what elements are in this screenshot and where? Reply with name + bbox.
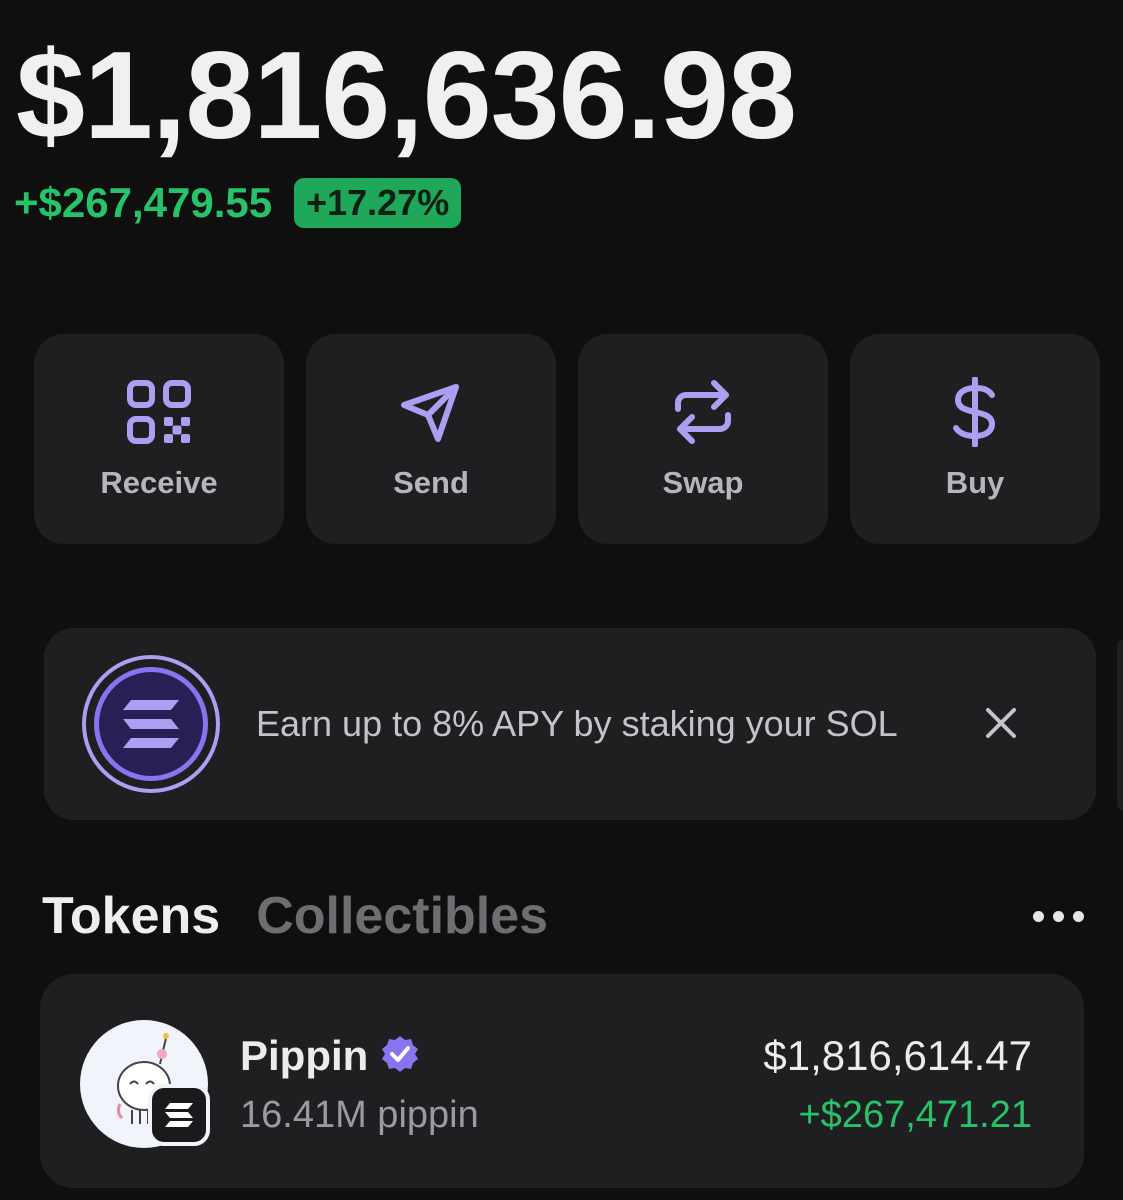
wallet-screen: $1,816,636.98 +$267,479.55 +17.27% Recei…	[0, 0, 1123, 1200]
token-change: +$267,471.21	[798, 1094, 1032, 1136]
staking-promo-card[interactable]: Earn up to 8% APY by staking your SOL	[44, 628, 1096, 820]
balance-change-percent-badge: +17.27%	[294, 178, 462, 228]
receive-label: Receive	[100, 465, 218, 500]
swap-label: Swap	[662, 465, 744, 500]
next-card-edge	[1117, 640, 1123, 810]
more-options-icon[interactable]	[1033, 904, 1093, 928]
swap-button[interactable]: Swap	[578, 334, 828, 544]
send-label: Send	[393, 465, 469, 500]
token-name: Pippin	[240, 1032, 369, 1079]
verified-badge-icon	[380, 1034, 420, 1079]
staking-promo-text: Earn up to 8% APY by staking your SOL	[256, 703, 898, 744]
solana-chain-badge-icon	[148, 1084, 210, 1146]
solana-logo-icon	[86, 659, 216, 789]
close-icon[interactable]	[978, 700, 1024, 746]
asset-tabs: Tokens Collectibles	[42, 886, 548, 946]
total-balance: $1,816,636.98	[16, 27, 797, 165]
send-arrow-icon	[396, 377, 466, 447]
qr-code-icon	[124, 377, 194, 447]
dollar-sign-icon	[940, 377, 1010, 447]
action-buttons: Receive Send Swap Buy	[34, 334, 1104, 544]
receive-button[interactable]: Receive	[34, 334, 284, 544]
swap-arrows-icon	[668, 377, 738, 447]
token-row[interactable]: Pippin 16.41M pippin $1,816,614.47 +$267…	[40, 974, 1084, 1188]
token-name-row: Pippin	[240, 1032, 420, 1080]
balance-change-amount: +$267,479.55	[14, 179, 273, 226]
token-value: $1,816,614.47	[763, 1032, 1032, 1079]
token-amount: 16.41M pippin	[240, 1094, 479, 1136]
send-button[interactable]: Send	[306, 334, 556, 544]
tab-tokens[interactable]: Tokens	[42, 886, 220, 946]
balance-change-row: +$267,479.55 +17.27%	[14, 178, 462, 228]
buy-label: Buy	[945, 465, 1005, 500]
buy-button[interactable]: Buy	[850, 334, 1100, 544]
tab-collectibles[interactable]: Collectibles	[256, 886, 548, 946]
